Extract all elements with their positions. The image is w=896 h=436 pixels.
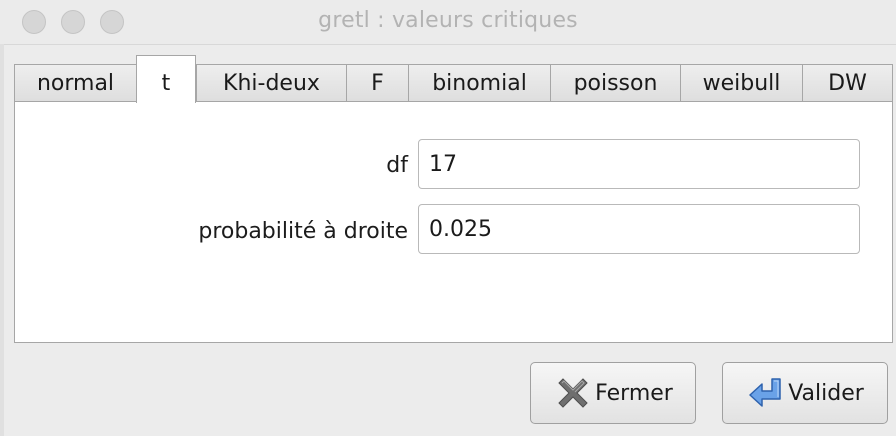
background-window-edge (0, 44, 4, 436)
tab-poisson[interactable]: poisson (550, 64, 680, 102)
df-input[interactable] (418, 139, 860, 189)
tab-normal[interactable]: normal (14, 64, 136, 102)
enter-arrow-icon (746, 373, 786, 413)
prob-label: probabilité à droite (198, 219, 408, 244)
close-x-icon (553, 373, 593, 413)
tab-dw[interactable]: DW (802, 64, 893, 102)
df-label: df (386, 153, 408, 178)
dialog-window: gretl : valeurs critiques normal t Khi-d… (0, 0, 896, 436)
tab-f[interactable]: F (346, 64, 408, 102)
title-bar[interactable]: gretl : valeurs critiques (0, 0, 896, 45)
validate-button-label: Valider (788, 380, 864, 406)
close-button[interactable]: Fermer (530, 362, 696, 424)
close-button-label: Fermer (595, 380, 673, 406)
validate-button[interactable]: Valider (722, 362, 888, 424)
tab-khi-deux[interactable]: Khi-deux (196, 64, 346, 102)
tab-t[interactable]: t (136, 55, 196, 103)
window-title: gretl : valeurs critiques (318, 8, 578, 33)
prob-input[interactable] (418, 204, 860, 254)
distribution-tabs: normal t Khi-deux F binomial poisson wei… (14, 55, 893, 103)
tab-binomial[interactable]: binomial (408, 64, 550, 102)
tab-weibull[interactable]: weibull (680, 64, 802, 102)
